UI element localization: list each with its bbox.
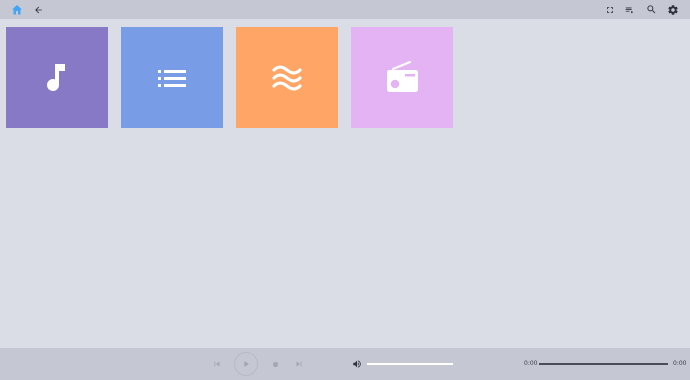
gear-icon[interactable] bbox=[663, 0, 682, 19]
streams-tile[interactable] bbox=[236, 27, 338, 128]
player-bar: 0:00 0:00 bbox=[0, 348, 690, 380]
music-note-icon bbox=[47, 63, 65, 91]
play-icon bbox=[244, 361, 249, 367]
current-time: 0:00 bbox=[524, 360, 538, 367]
music-tile[interactable] bbox=[6, 27, 108, 128]
list-icon bbox=[158, 69, 186, 87]
seek-bar[interactable] bbox=[539, 363, 668, 365]
radio-tile[interactable] bbox=[351, 27, 453, 128]
next-track-icon[interactable] bbox=[293, 358, 305, 370]
volume-slider[interactable] bbox=[367, 363, 453, 365]
search-icon[interactable] bbox=[642, 0, 661, 19]
playlist-queue-icon[interactable] bbox=[620, 0, 639, 19]
total-time: 0:00 bbox=[673, 360, 687, 367]
back-arrow-icon[interactable] bbox=[29, 0, 48, 19]
waves-icon bbox=[272, 64, 302, 91]
volume-icon[interactable] bbox=[351, 358, 363, 370]
previous-track-icon[interactable] bbox=[211, 358, 223, 370]
fullscreen-icon[interactable] bbox=[600, 0, 619, 19]
radio-icon bbox=[387, 60, 418, 92]
playlists-tile[interactable] bbox=[121, 27, 223, 128]
home-icon[interactable] bbox=[7, 0, 26, 19]
stop-icon[interactable] bbox=[269, 358, 281, 370]
play-button[interactable] bbox=[234, 352, 258, 376]
top-toolbar bbox=[0, 0, 690, 19]
